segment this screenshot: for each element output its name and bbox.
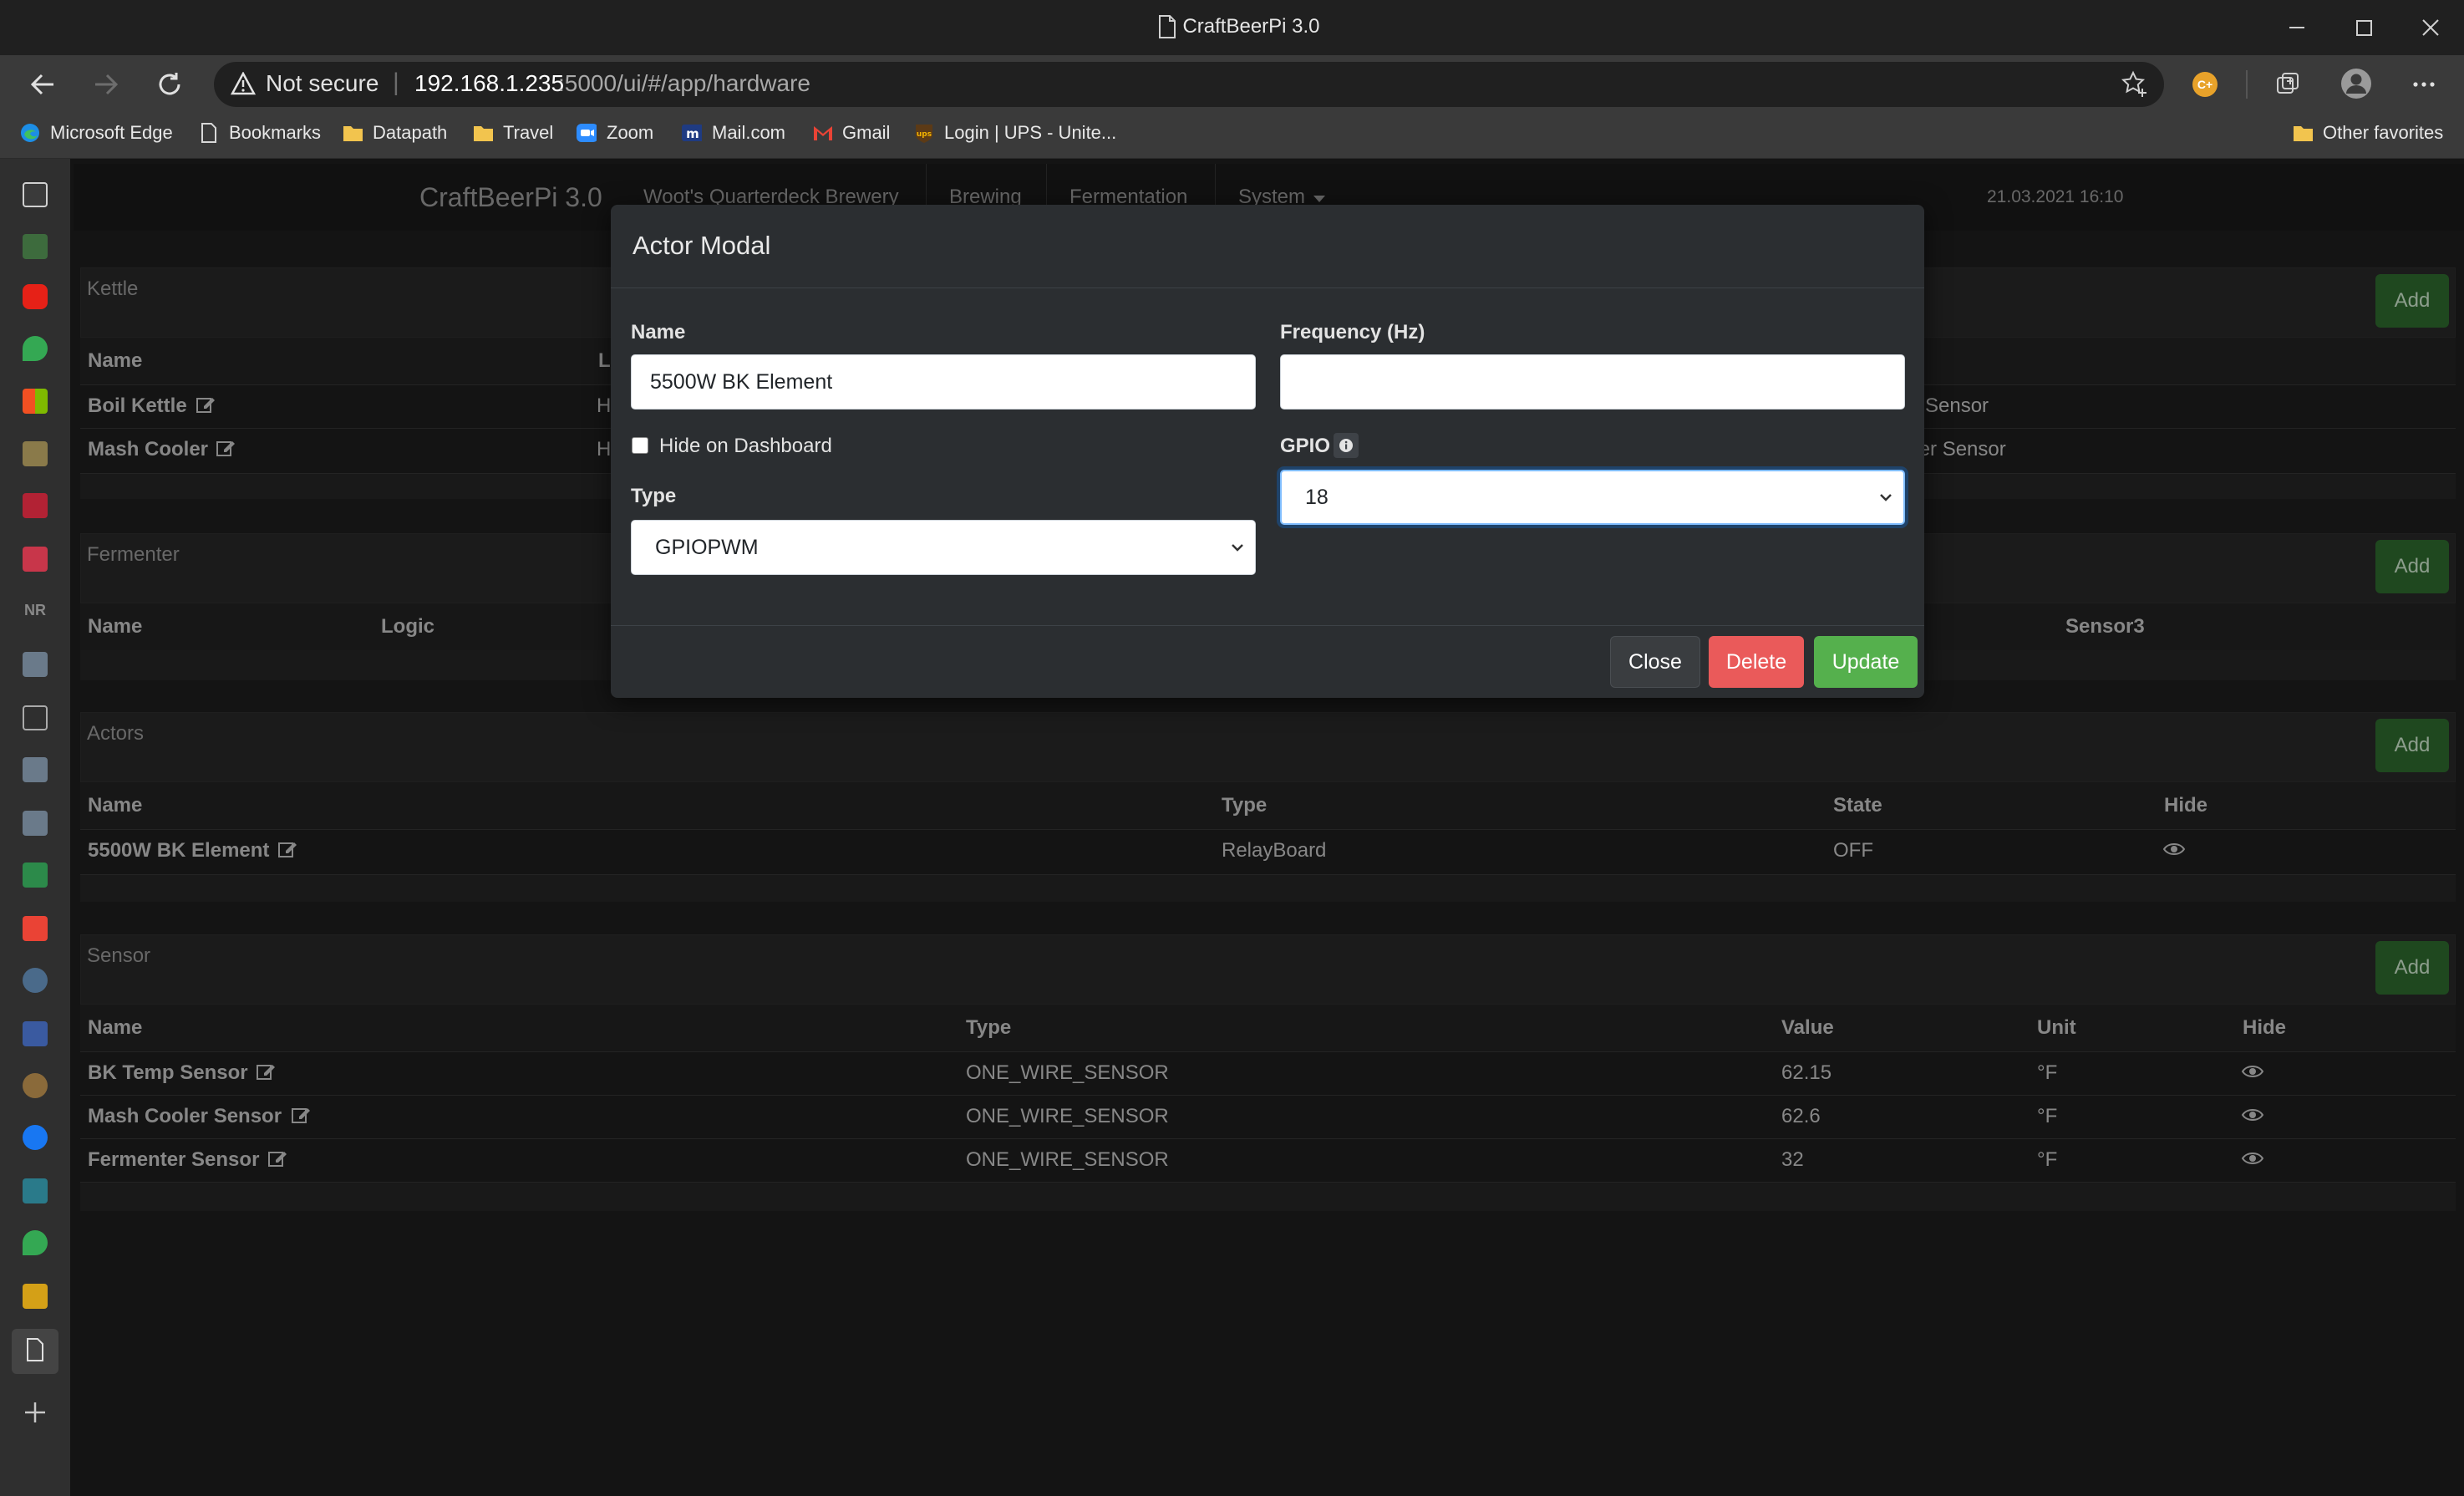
favorite-bookmarks[interactable]: Bookmarks <box>199 118 321 148</box>
hide-on-dashboard-checkbox[interactable] <box>632 437 648 454</box>
gpio-select[interactable]: 18 <box>1280 470 1905 525</box>
security-status[interactable]: Not secure <box>266 70 378 97</box>
sheets-icon[interactable] <box>23 862 48 888</box>
folder-icon <box>2293 123 2313 143</box>
frequency-input[interactable] <box>1280 354 1905 410</box>
tab-actions-icon[interactable] <box>23 182 48 207</box>
forward-icon[interactable] <box>87 65 125 104</box>
url-path[interactable]: :5000/ui/#/app/hardware <box>558 70 810 97</box>
add-icon[interactable] <box>20 1397 50 1427</box>
close-button[interactable]: Close <box>1610 636 1700 688</box>
favorite-ups[interactable]: ups Login | UPS - Unite... <box>914 118 1116 148</box>
gmail-icon <box>812 123 832 143</box>
url-host[interactable]: 192.168.1.235 <box>414 70 564 97</box>
favorite-mailcom[interactable]: m Mail.com <box>682 118 785 148</box>
favorite-label: Login | UPS - Unite... <box>944 122 1117 143</box>
page-icon[interactable] <box>23 705 48 730</box>
chevron-down-icon <box>1230 541 1245 554</box>
nr-icon[interactable]: NR <box>24 602 46 619</box>
youtube-icon[interactable] <box>23 284 48 309</box>
window-title: CraftBeerPi 3.0 <box>1182 15 1320 38</box>
svg-text:ups: ups <box>917 130 932 139</box>
add-favorite-icon[interactable] <box>2121 70 2149 99</box>
type-label: Type <box>631 485 677 507</box>
sidebar-app-icon[interactable] <box>23 1178 48 1203</box>
beer-icon[interactable] <box>23 1284 48 1309</box>
delete-button[interactable]: Delete <box>1709 636 1804 688</box>
update-button[interactable]: Update <box>1814 636 1918 688</box>
sidebar-app-icon[interactable] <box>23 441 48 466</box>
ups-icon: ups <box>914 123 934 143</box>
favorite-label: Bookmarks <box>229 122 322 143</box>
favorite-label: Mail.com <box>712 122 786 143</box>
zoom-icon <box>577 123 597 143</box>
gmail-icon[interactable] <box>23 916 48 941</box>
favorite-zoom[interactable]: Zoom <box>577 118 653 148</box>
sidebar-app-icon[interactable] <box>23 547 48 572</box>
sidebar-app-icon[interactable] <box>23 1073 48 1098</box>
more-menu-icon[interactable] <box>2410 70 2438 99</box>
toolbar-divider <box>2246 70 2248 99</box>
back-icon[interactable] <box>23 65 62 104</box>
chevron-down-icon <box>1878 491 1893 504</box>
favorite-label: Gmail <box>842 122 891 143</box>
folder-icon <box>473 123 493 143</box>
modal-footer-divider <box>611 625 1924 626</box>
favorite-label: Microsoft Edge <box>50 122 173 143</box>
frequency-label: Frequency (Hz) <box>1280 321 1425 343</box>
gpio-label: GPIO <box>1280 435 1331 457</box>
svg-text:m: m <box>686 126 699 141</box>
modal-header-divider <box>611 287 1924 288</box>
facebook-icon[interactable] <box>23 1125 48 1150</box>
minimize-icon[interactable] <box>2276 7 2318 48</box>
other-favorites[interactable]: Other favorites <box>2293 118 2443 148</box>
gpio-select-value: 18 <box>1305 485 1329 509</box>
name-input[interactable]: 5500W BK Element <box>631 354 1256 410</box>
other-favorites-label: Other favorites <box>2323 122 2444 143</box>
sidebar-app-icon[interactable] <box>23 811 48 836</box>
modal-title: Actor Modal <box>633 231 771 260</box>
flag-icon[interactable] <box>23 493 48 518</box>
favorite-datapath[interactable]: Datapath <box>343 118 447 148</box>
name-label: Name <box>631 321 686 343</box>
collections-icon[interactable] <box>2274 70 2303 99</box>
folder-icon <box>343 123 363 143</box>
url-separator: | <box>393 69 399 96</box>
close-window-icon[interactable] <box>2410 7 2451 48</box>
sidebar-app-icon[interactable] <box>23 968 48 993</box>
refresh-icon[interactable] <box>150 65 189 104</box>
maximize-icon[interactable] <box>2343 7 2385 48</box>
sidebar-app-icon[interactable] <box>23 652 48 677</box>
sidebar-app-icon[interactable] <box>23 1021 48 1046</box>
sidebar-app-icon[interactable] <box>23 757 48 782</box>
extension-icon[interactable]: C+ <box>2192 72 2218 97</box>
type-select[interactable]: GPIOPWM <box>631 520 1256 575</box>
profile-avatar-icon[interactable] <box>2340 67 2373 100</box>
sidebar-app-icon[interactable] <box>23 234 48 259</box>
page-icon <box>199 123 219 143</box>
maps-icon[interactable] <box>23 336 48 361</box>
mailcom-icon: m <box>682 123 702 143</box>
favorite-label: Travel <box>503 122 554 143</box>
favorite-gmail[interactable]: Gmail <box>812 118 890 148</box>
favorite-travel[interactable]: Travel <box>473 118 553 148</box>
maps-icon[interactable] <box>23 1230 48 1255</box>
info-icon[interactable] <box>1334 433 1359 458</box>
favorite-microsoft-edge[interactable]: Microsoft Edge <box>20 118 173 148</box>
page-icon[interactable] <box>26 1338 44 1361</box>
favorite-label: Datapath <box>373 122 448 143</box>
microsoft-icon[interactable] <box>23 389 48 414</box>
hide-on-dashboard-label[interactable]: Hide on Dashboard <box>659 435 832 458</box>
favorite-label: Zoom <box>607 122 654 143</box>
type-select-value: GPIOPWM <box>655 535 759 559</box>
edge-icon <box>20 123 40 143</box>
warning-icon[interactable] <box>231 72 256 95</box>
